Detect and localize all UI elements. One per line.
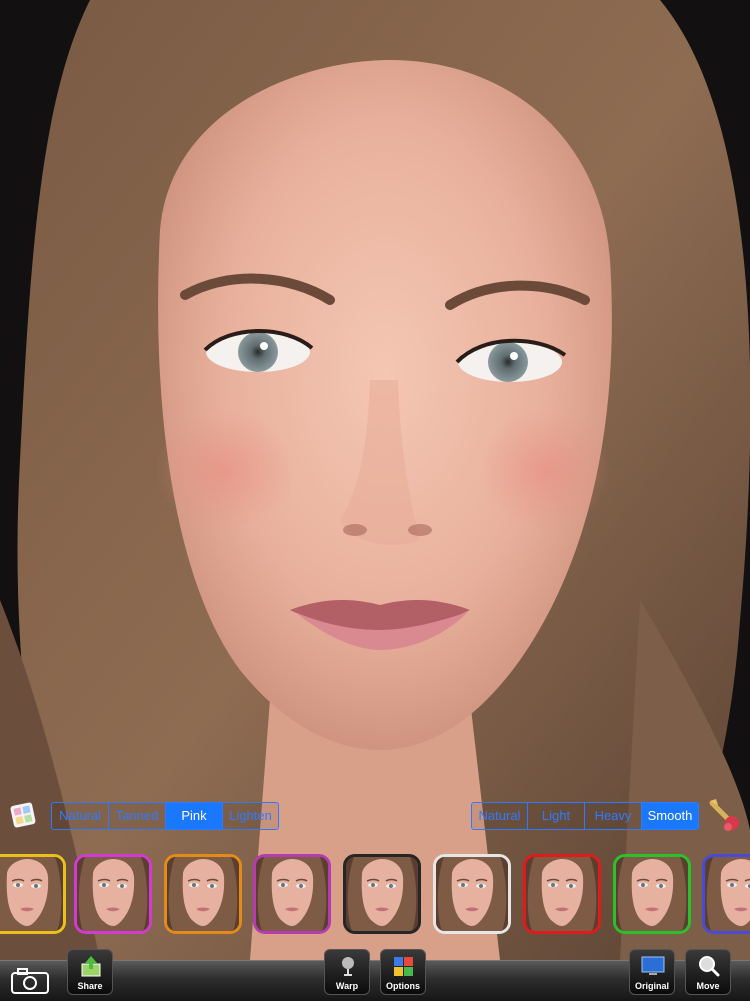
camera-icon[interactable] <box>10 967 50 995</box>
skin-tone-pink[interactable]: Pink <box>166 803 223 829</box>
share-button[interactable]: Share <box>67 949 113 995</box>
filter-thumbnail[interactable] <box>74 854 152 934</box>
move-button[interactable]: Move <box>685 949 731 995</box>
thumbnail-face <box>526 857 598 931</box>
thumbnail-face <box>616 857 688 931</box>
warp-icon <box>342 957 354 976</box>
monitor-icon <box>641 956 665 975</box>
palette-icon[interactable] <box>9 799 41 831</box>
options-label: Options <box>386 981 420 991</box>
magnifier-icon <box>699 956 720 977</box>
filter-thumbnail[interactable] <box>343 854 421 934</box>
skin-tone-tanned[interactable]: Tanned <box>109 803 166 829</box>
move-label: Move <box>696 981 720 991</box>
brush-icon[interactable] <box>706 797 742 833</box>
skin-tone-lighten[interactable]: Lighten <box>223 803 278 829</box>
makeup-light[interactable]: Light <box>528 803 585 829</box>
filter-thumbnail[interactable] <box>253 854 331 934</box>
warp-button[interactable]: Warp <box>324 949 370 995</box>
filter-thumbnail[interactable] <box>433 854 511 934</box>
filter-thumbnail[interactable] <box>0 854 66 934</box>
filter-thumbnail[interactable] <box>613 854 691 934</box>
original-button[interactable]: Original <box>629 949 675 995</box>
filter-thumbnail[interactable] <box>164 854 242 934</box>
original-label: Original <box>634 981 669 991</box>
share-label: Share <box>77 981 103 991</box>
thumbnail-face <box>167 857 239 931</box>
thumbnail-face <box>0 857 63 931</box>
makeup-level-selector: Natural Light Heavy Smooth <box>471 802 699 830</box>
thumbnail-face <box>346 857 418 931</box>
share-icon <box>81 956 101 977</box>
thumbnail-face <box>436 857 508 931</box>
skin-tone-selector: Natural Tanned Pink Lighten <box>51 802 279 830</box>
makeup-natural[interactable]: Natural <box>472 803 528 829</box>
puzzle-icon <box>394 957 413 976</box>
options-button[interactable]: Options <box>380 949 426 995</box>
thumbnail-face <box>705 857 750 931</box>
makeup-heavy[interactable]: Heavy <box>585 803 642 829</box>
thumbnail-face <box>256 857 328 931</box>
bottom-toolbar: Share Warp Options Original Move <box>0 949 750 1001</box>
filter-thumbnail[interactable] <box>523 854 601 934</box>
filter-thumbnail-strip[interactable] <box>0 852 750 940</box>
filter-thumbnail[interactable] <box>702 854 750 934</box>
skin-tone-natural[interactable]: Natural <box>52 803 109 829</box>
makeup-smooth[interactable]: Smooth <box>642 803 698 829</box>
thumbnail-face <box>77 857 149 931</box>
warp-label: Warp <box>335 981 359 991</box>
